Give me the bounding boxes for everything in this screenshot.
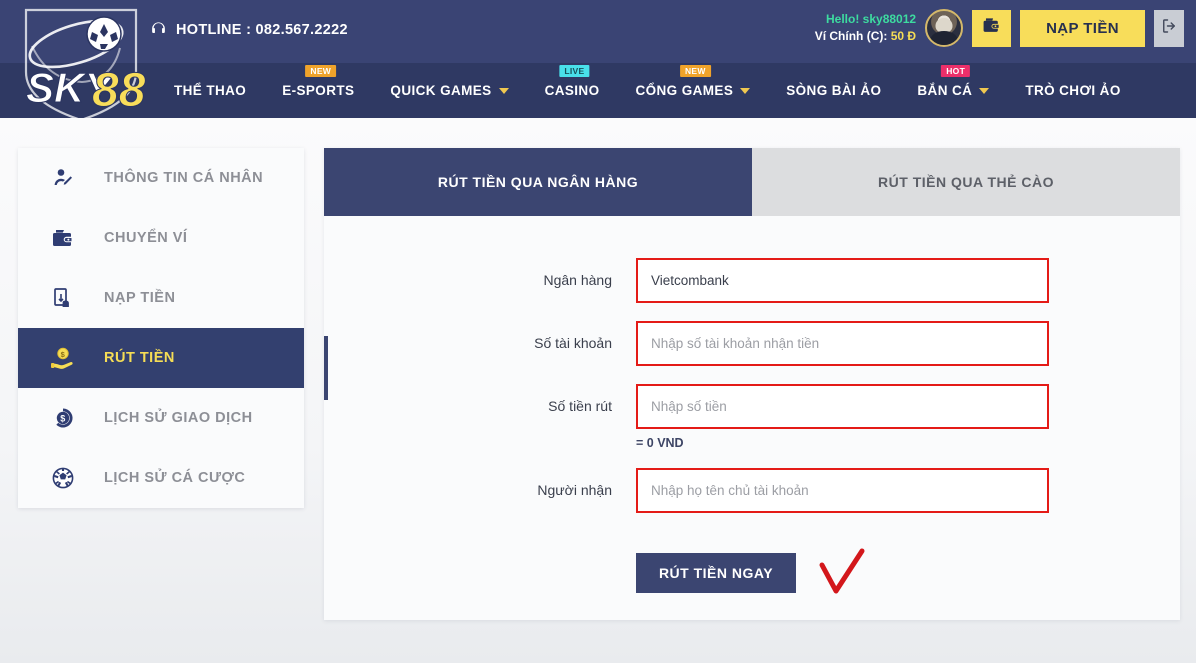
amount-converted-hint: = 0 VND bbox=[636, 436, 684, 450]
wallet-label: Ví Chính (C): bbox=[814, 29, 888, 43]
logo-text-88: 88 bbox=[92, 64, 146, 117]
badge-new: NEW bbox=[679, 65, 711, 77]
sidebar-item-thong-tin-ca-nhan[interactable]: THÔNG TIN CÁ NHÂN bbox=[18, 148, 304, 208]
amount-label: Số tiền rút bbox=[548, 398, 612, 414]
wallet-balance-line: Ví Chính (C): 50 Đ bbox=[815, 28, 916, 45]
page-root: SKY 88 HOTLINE : 082.567.2222 Hello! sky… bbox=[0, 0, 1196, 663]
nav-item-e-sports[interactable]: NEW E-SPORTS bbox=[264, 63, 372, 118]
nav-item-ban-ca[interactable]: HOT BẮN CÁ bbox=[899, 63, 1007, 118]
bank-select[interactable]: Vietcombank bbox=[636, 258, 1049, 303]
account-number-label: Số tài khoản bbox=[534, 335, 612, 351]
red-checkmark-annotation bbox=[814, 547, 870, 599]
panel-accent-bar bbox=[324, 336, 328, 400]
nav-label: BẮN CÁ bbox=[917, 83, 973, 98]
nav-item-song-bai-ao[interactable]: SÒNG BÀI ẢO bbox=[768, 63, 899, 118]
nav-item-quick-games[interactable]: QUICK GAMES bbox=[372, 63, 526, 118]
form-row-account-number: Số tài khoản Nhập số tài khoản nhận tiền bbox=[324, 321, 1180, 366]
wallet-icon bbox=[50, 225, 76, 251]
nav-label: CASINO bbox=[544, 83, 600, 98]
user-account-box: Hello! sky88012 Ví Chính (C): 50 Đ NẠP T… bbox=[815, 9, 1184, 47]
badge-new: NEW bbox=[305, 65, 337, 77]
bank-label: Ngân hàng bbox=[543, 272, 612, 288]
form-row-amount: Số tiền rút Nhập số tiền = 0 VND bbox=[324, 384, 1180, 450]
chevron-down-icon bbox=[979, 87, 990, 94]
site-header: SKY 88 HOTLINE : 082.567.2222 Hello! sky… bbox=[0, 0, 1196, 118]
withdraw-panel: RÚT TIỀN QUA NGÂN HÀNG RÚT TIỀN QUA THẺ … bbox=[324, 148, 1180, 620]
sidebar-item-label: LỊCH SỬ CÁ CƯỢC bbox=[104, 470, 246, 486]
coin-history-icon: $ bbox=[50, 405, 76, 431]
form-row-bank: Ngân hàng Vietcombank bbox=[324, 258, 1180, 303]
nav-label: THỂ THAO bbox=[174, 83, 247, 98]
nav-item-cong-games[interactable]: NEW CỔNG GAMES bbox=[617, 63, 768, 118]
wallet-amount: 50 Đ bbox=[890, 29, 917, 43]
chevron-down-icon bbox=[498, 87, 509, 94]
sidebar-item-lich-su-giao-dich[interactable]: $ LỊCH SỬ GIAO DỊCH bbox=[18, 388, 304, 448]
sidebar-item-label: CHUYỂN VÍ bbox=[104, 230, 188, 246]
sidebar-item-label: THÔNG TIN CÁ NHÂN bbox=[104, 170, 264, 186]
logout-icon bbox=[1160, 17, 1178, 40]
badge-hot: HOT bbox=[941, 65, 971, 77]
svg-text:$: $ bbox=[60, 413, 66, 423]
nav-label: SÒNG BÀI ẢO bbox=[786, 83, 882, 98]
sky88-logo[interactable]: SKY 88 bbox=[8, 2, 156, 118]
account-sidebar: THÔNG TIN CÁ NHÂN CHUYỂN VÍ NẠP TIỀN $ R… bbox=[18, 148, 304, 508]
submit-area: RÚT TIỀN NGAY bbox=[636, 547, 1180, 599]
nav-label: CỔNG GAMES bbox=[635, 83, 734, 98]
badge-live: LIVE bbox=[559, 65, 590, 77]
nav-label: E-SPORTS bbox=[282, 83, 355, 98]
greeting-label: Hello! sky88012 bbox=[826, 11, 917, 26]
account-number-control: Nhập số tài khoản nhận tiền bbox=[636, 321, 1049, 366]
withdraw-tabs: RÚT TIỀN QUA NGÂN HÀNG RÚT TIỀN QUA THẺ … bbox=[324, 148, 1180, 216]
football-icon bbox=[50, 465, 76, 491]
avatar[interactable] bbox=[925, 9, 964, 47]
tab-rut-tien-qua-the-cao[interactable]: RÚT TIỀN QUA THẺ CÀO bbox=[752, 148, 1180, 216]
withdraw-now-button[interactable]: RÚT TIỀN NGAY bbox=[636, 553, 796, 593]
sidebar-item-label: NẠP TIỀN bbox=[104, 290, 176, 306]
bank-control: Vietcombank bbox=[636, 258, 1049, 303]
amount-control: Nhập số tiền = 0 VND bbox=[636, 384, 1049, 450]
sidebar-item-nap-tien[interactable]: NẠP TIỀN bbox=[18, 268, 304, 328]
sidebar-item-chuyen-vi[interactable]: CHUYỂN VÍ bbox=[18, 208, 304, 268]
chevron-down-icon bbox=[740, 87, 751, 94]
main-navigation: THỂ THAO NEW E-SPORTS QUICK GAMES LIVE C… bbox=[156, 63, 1139, 118]
nav-label: QUICK GAMES bbox=[390, 83, 492, 98]
sidebar-item-label: LỊCH SỬ GIAO DỊCH bbox=[104, 410, 253, 426]
hotline-label: HOTLINE : 082.567.2222 bbox=[176, 21, 348, 38]
sidebar-item-label: RÚT TIỀN bbox=[104, 350, 175, 366]
user-profile-icon bbox=[50, 165, 76, 191]
wallet-button[interactable] bbox=[972, 9, 1012, 47]
logout-button[interactable] bbox=[1154, 9, 1184, 47]
nav-item-the-thao[interactable]: THỂ THAO bbox=[156, 63, 264, 118]
recipient-control: Nhập họ tên chủ tài khoản bbox=[636, 468, 1049, 513]
recipient-label: Người nhận bbox=[537, 482, 612, 498]
hotline: HOTLINE : 082.567.2222 bbox=[150, 21, 348, 38]
withdraw-form: Ngân hàng Vietcombank Số tài khoản Nhập … bbox=[324, 216, 1180, 599]
deposit-button[interactable]: NẠP TIỀN bbox=[1020, 9, 1145, 47]
amount-input[interactable]: Nhập số tiền bbox=[636, 384, 1049, 429]
user-text-block: Hello! sky88012 Ví Chính (C): 50 Đ bbox=[815, 11, 916, 46]
nav-item-casino[interactable]: LIVE CASINO bbox=[527, 63, 618, 118]
tab-rut-tien-qua-ngan-hang[interactable]: RÚT TIỀN QUA NGÂN HÀNG bbox=[324, 148, 752, 216]
sidebar-item-lich-su-ca-cuoc[interactable]: LỊCH SỬ CÁ CƯỢC bbox=[18, 448, 304, 508]
nav-label: TRÒ CHƠI ẢO bbox=[1025, 83, 1121, 98]
sidebar-item-rut-tien[interactable]: $ RÚT TIỀN bbox=[18, 328, 304, 388]
nav-item-tro-choi-ao[interactable]: TRÒ CHƠI ẢO bbox=[1007, 63, 1138, 118]
deposit-hand-icon bbox=[50, 285, 76, 311]
withdraw-coin-hand-icon: $ bbox=[50, 345, 76, 371]
svg-text:$: $ bbox=[61, 350, 66, 359]
recipient-input[interactable]: Nhập họ tên chủ tài khoản bbox=[636, 468, 1049, 513]
form-row-recipient: Người nhận Nhập họ tên chủ tài khoản bbox=[324, 468, 1180, 513]
wallet-icon bbox=[982, 16, 1001, 40]
account-number-input[interactable]: Nhập số tài khoản nhận tiền bbox=[636, 321, 1049, 366]
